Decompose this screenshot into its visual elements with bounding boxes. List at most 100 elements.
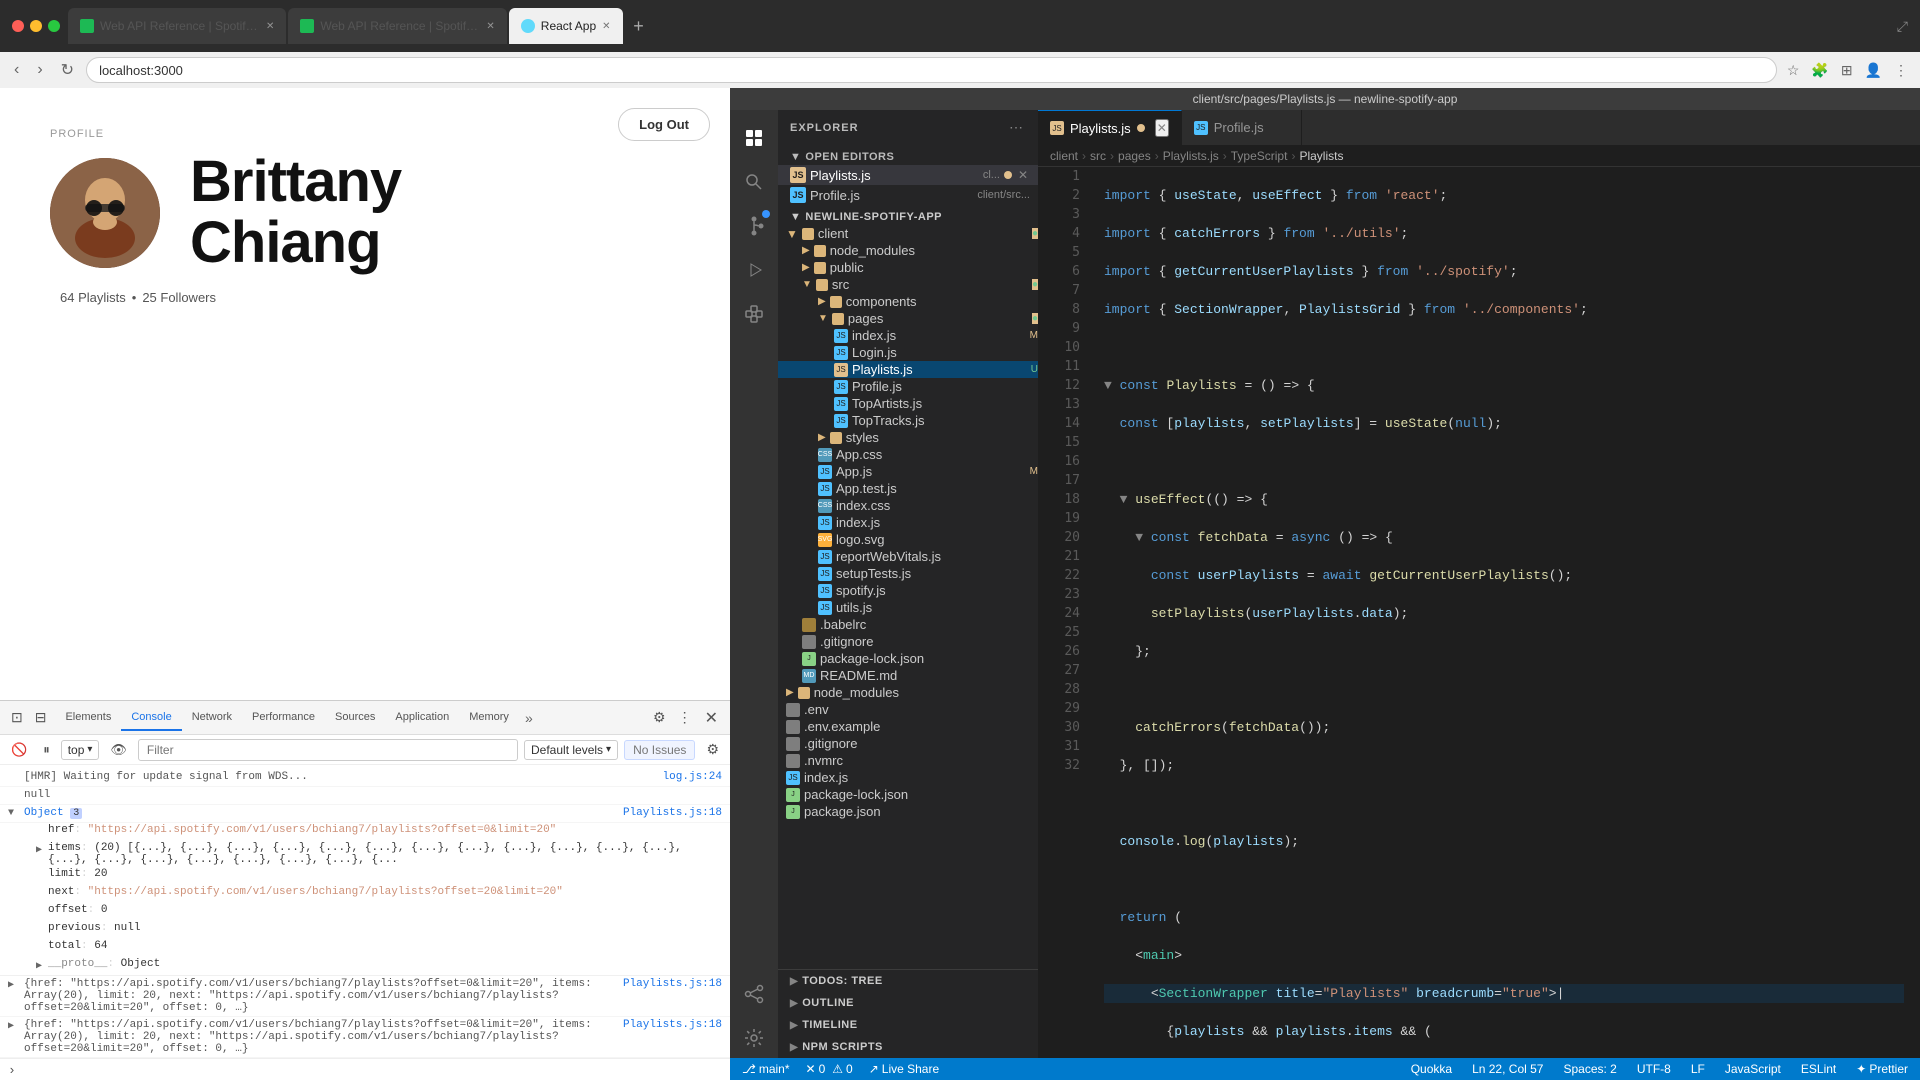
obj-expand-inline2[interactable]: ▶	[8, 1020, 14, 1032]
console-pause-button[interactable]: ⏸	[38, 739, 55, 761]
back-button[interactable]: ‹	[8, 57, 25, 83]
tree-item-package-json-root[interactable]: J package.json	[778, 803, 1038, 820]
tree-item-spotify-js[interactable]: JS spotify.js	[778, 582, 1038, 599]
bookmark-button[interactable]: ☆	[1783, 60, 1804, 81]
close-traffic-light[interactable]	[12, 20, 24, 32]
tab-close-playlists[interactable]: ✕	[1155, 119, 1169, 137]
devtools-tab-performance[interactable]: Performance	[242, 705, 325, 731]
console-input[interactable]	[22, 1064, 722, 1077]
devtools-tab-more[interactable]: »	[519, 706, 539, 730]
device-toolbar-button[interactable]: ⊟	[30, 705, 52, 730]
browser-tab-3[interactable]: React App ✕	[509, 8, 623, 44]
maximize-traffic-light[interactable]	[48, 20, 60, 32]
console-settings-button[interactable]: ⚙	[701, 738, 724, 761]
activity-git[interactable]	[734, 206, 774, 246]
console-context-selector[interactable]: top ▾	[61, 740, 100, 760]
devtools-more-actions-button[interactable]: ⋮	[673, 704, 697, 732]
open-editors-header[interactable]: ▼ OPEN EDITORS	[778, 145, 1038, 165]
menu-button[interactable]: ⋮	[1890, 60, 1912, 81]
tree-item-gitignore-client[interactable]: .gitignore	[778, 633, 1038, 650]
devtools-tab-network[interactable]: Network	[182, 705, 242, 731]
tree-item-node-modules-root[interactable]: ▶ node_modules	[778, 684, 1038, 701]
outline-section[interactable]: ▶ OUTLINE	[778, 992, 1038, 1014]
tree-item-app-test-js[interactable]: JS App.test.js	[778, 480, 1038, 497]
project-header[interactable]: ▼ NEWLINE-SPOTIFY-APP	[778, 205, 1038, 225]
tree-item-utils-js[interactable]: JS utils.js	[778, 599, 1038, 616]
bc-typescript[interactable]: TypeScript	[1231, 149, 1288, 163]
console-file-link-inline2[interactable]: Playlists.js:18	[623, 1019, 722, 1031]
editor-tab-playlists[interactable]: JS Playlists.js ✕	[1038, 110, 1182, 145]
browser-window-icon[interactable]: ⤢	[1897, 18, 1908, 35]
devtools-tab-sources[interactable]: Sources	[325, 705, 385, 731]
activity-extensions[interactable]	[734, 294, 774, 334]
devtools-tab-memory[interactable]: Memory	[459, 705, 519, 731]
console-filter-input[interactable]	[138, 739, 518, 761]
console-clear-button[interactable]: 🚫	[6, 739, 32, 761]
bc-playlists-symbol[interactable]: Playlists	[1299, 149, 1343, 163]
tree-item-topartists-js[interactable]: JS TopArtists.js	[778, 395, 1038, 412]
new-tab-button[interactable]: +	[625, 12, 653, 40]
tree-item-env[interactable]: .env	[778, 701, 1038, 718]
statusbar-position[interactable]: Ln 22, Col 57	[1468, 1062, 1547, 1076]
bc-playlists-js[interactable]: Playlists.js	[1163, 149, 1219, 163]
tree-item-setuptests[interactable]: JS setupTests.js	[778, 565, 1038, 582]
tab-close-3[interactable]: ✕	[602, 21, 610, 32]
activity-live-share[interactable]	[734, 974, 774, 1014]
open-file-playlists-close[interactable]: ✕	[1016, 168, 1030, 182]
browser-tab-1[interactable]: Web API Reference | Spotify fo... ✕	[68, 8, 286, 44]
statusbar-branch[interactable]: ⎇ main*	[738, 1062, 794, 1076]
devtools-close-button[interactable]: ✕	[699, 704, 724, 732]
tree-item-logo-svg[interactable]: SVG logo.svg	[778, 531, 1038, 548]
tree-item-reportwebvitals[interactable]: JS reportWebVitals.js	[778, 548, 1038, 565]
tree-item-package-lock-client[interactable]: J package-lock.json	[778, 650, 1038, 667]
statusbar-errors[interactable]: ✕ 0 ⚠ 0	[802, 1062, 857, 1076]
tree-item-gitignore-root[interactable]: .gitignore	[778, 735, 1038, 752]
browser-tab-2[interactable]: Web API Reference | Spotify fo... ✕	[288, 8, 506, 44]
tree-item-styles[interactable]: ▶ styles	[778, 429, 1038, 446]
minimize-traffic-light[interactable]	[30, 20, 42, 32]
address-bar[interactable]: localhost:3000	[86, 57, 1777, 83]
tree-item-components[interactable]: ▶ components	[778, 293, 1038, 310]
refresh-button[interactable]: ↻	[55, 56, 80, 84]
tree-item-index-root[interactable]: JS index.js	[778, 769, 1038, 786]
timeline-section[interactable]: ▶ TIMELINE	[778, 1014, 1038, 1036]
activity-search[interactable]	[734, 162, 774, 202]
activity-debug[interactable]	[734, 250, 774, 290]
devtools-tab-elements[interactable]: Elements	[55, 705, 121, 731]
tab-close-2[interactable]: ✕	[486, 21, 494, 32]
obj-expand-items[interactable]: ▶	[36, 844, 42, 856]
statusbar-eslint[interactable]: ESLint	[1797, 1062, 1840, 1076]
bc-pages[interactable]: pages	[1118, 149, 1151, 163]
editor-tab-profile[interactable]: JS Profile.js	[1182, 110, 1302, 145]
profile-button[interactable]: 👤	[1861, 60, 1886, 81]
object-expand-arrow[interactable]: ▼	[8, 808, 14, 819]
tree-item-node-modules[interactable]: ▶ node_modules	[778, 242, 1038, 259]
activity-settings[interactable]	[734, 1018, 774, 1058]
statusbar-live-share[interactable]: ↗ Live Share	[865, 1062, 943, 1076]
tree-item-login-js[interactable]: JS Login.js	[778, 344, 1038, 361]
statusbar-language[interactable]: JavaScript	[1721, 1062, 1785, 1076]
open-file-playlists[interactable]: JS Playlists.js cl... ✕	[778, 165, 1038, 185]
tree-item-app-css[interactable]: CSS App.css	[778, 446, 1038, 463]
extension-button[interactable]: 🧩	[1807, 60, 1832, 81]
tree-item-src[interactable]: ▼ src ●	[778, 276, 1038, 293]
tree-item-profile-js[interactable]: JS Profile.js	[778, 378, 1038, 395]
tree-item-pages[interactable]: ▼ pages ●	[778, 310, 1038, 327]
devtools-settings-button[interactable]: ⚙	[648, 704, 671, 732]
statusbar-line-ending[interactable]: LF	[1687, 1062, 1709, 1076]
devtools-tab-console[interactable]: Console	[121, 705, 181, 731]
tree-item-readme-md[interactable]: MD README.md	[778, 667, 1038, 684]
tree-item-index-js-pages[interactable]: JS index.js M	[778, 327, 1038, 344]
inspect-element-button[interactable]: ⊡	[6, 705, 28, 730]
console-eye-button[interactable]: 👁	[105, 739, 132, 761]
tree-item-toptracks-js[interactable]: JS TopTracks.js	[778, 412, 1038, 429]
bc-client[interactable]: client	[1050, 149, 1078, 163]
new-file-button[interactable]: ⋯	[1006, 117, 1026, 138]
console-level-selector[interactable]: Default levels ▾	[524, 740, 618, 760]
statusbar-encoding[interactable]: UTF-8	[1633, 1062, 1675, 1076]
activity-explorer[interactable]	[734, 118, 774, 158]
statusbar-prettier[interactable]: ✦ Prettier	[1852, 1062, 1912, 1076]
tree-item-client[interactable]: ▼ client ●	[778, 225, 1038, 242]
screenshot-button[interactable]: ⊞	[1837, 60, 1857, 81]
tree-item-index-css[interactable]: CSS index.css	[778, 497, 1038, 514]
